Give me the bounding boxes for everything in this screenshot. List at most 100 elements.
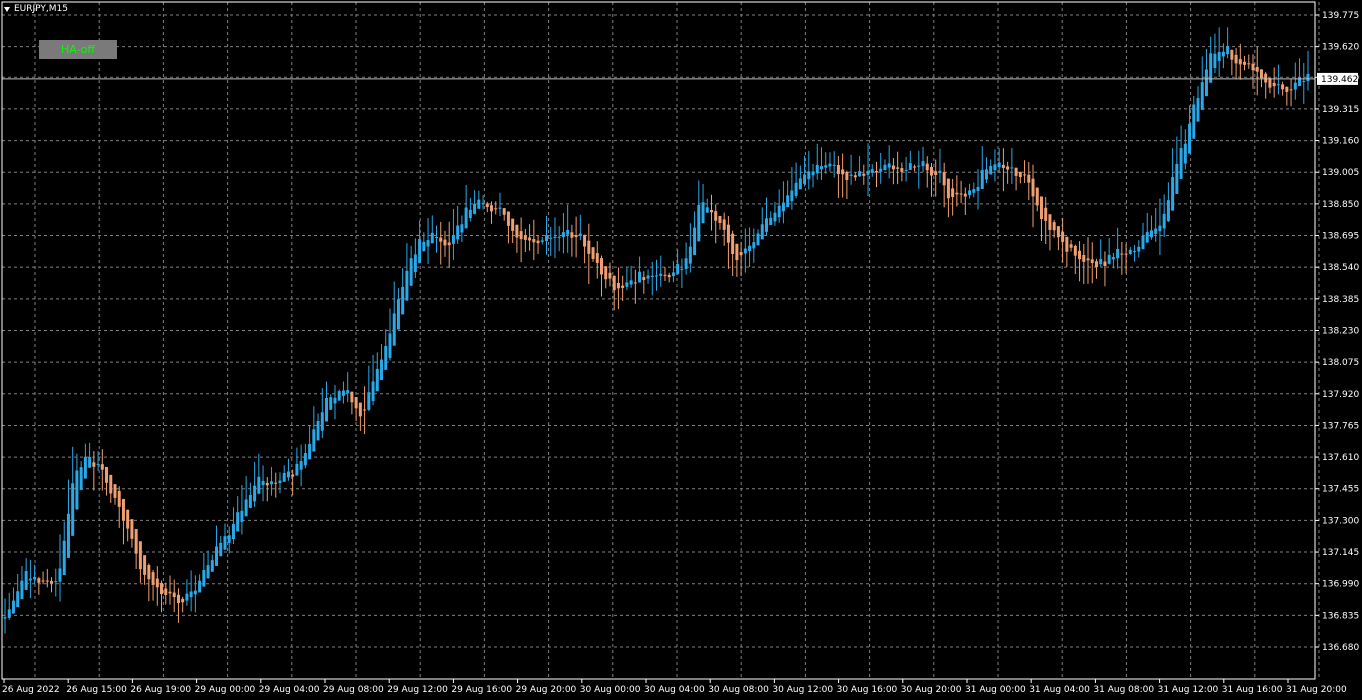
y-tick-label: 137.145: [1322, 548, 1359, 558]
candle-body: [921, 161, 925, 167]
candle-body: [253, 485, 257, 502]
candle-body: [41, 580, 45, 582]
candle-body: [523, 235, 527, 240]
candle-body: [849, 174, 853, 176]
candle-body: [1137, 246, 1141, 252]
candle-body: [646, 275, 650, 279]
candle-body: [553, 236, 557, 238]
x-tick-label: 29 Aug 16:00: [451, 685, 512, 695]
candle-body: [320, 412, 324, 431]
plot-frame: [1, 1, 1316, 680]
candle-body: [316, 421, 320, 441]
candle-body: [498, 207, 502, 209]
candle-body: [1166, 200, 1170, 222]
candle-body: [1213, 53, 1217, 69]
candle-body: [1006, 166, 1010, 170]
candle-body: [109, 474, 113, 494]
candle-body: [75, 470, 79, 510]
chevron-down-icon[interactable]: [4, 6, 10, 12]
candle-body: [845, 171, 849, 180]
candle-body: [803, 174, 807, 184]
candle-body: [756, 233, 760, 246]
candle-body: [655, 275, 658, 277]
candle-body: [1052, 222, 1056, 231]
candle-body: [638, 271, 642, 283]
candle-body: [1243, 61, 1247, 65]
candle-body: [380, 359, 384, 381]
candle-body: [1149, 230, 1153, 238]
candle-body: [984, 169, 988, 180]
candle-body: [189, 591, 193, 598]
candle-body: [231, 523, 235, 540]
chart-canvas[interactable]: 139.775139.620139.470139.315139.160139.0…: [0, 0, 1362, 700]
candle-body: [781, 202, 785, 212]
candle-body: [1086, 258, 1090, 261]
candle-body: [879, 168, 883, 172]
candle-body: [1221, 51, 1225, 57]
candle-body: [1175, 163, 1179, 194]
x-tick-label: 31 Aug 12:00: [1158, 685, 1219, 695]
candle-body: [58, 568, 62, 582]
candle-body: [66, 513, 70, 558]
candle-body: [667, 274, 671, 278]
candle-body: [1073, 246, 1077, 256]
candle-body: [642, 277, 646, 280]
candle-body: [164, 588, 168, 595]
candle-body: [126, 509, 130, 529]
candle-body: [1251, 63, 1255, 71]
candle-body: [494, 208, 498, 210]
candle-body: [62, 540, 66, 576]
candle-body: [121, 498, 125, 521]
x-tick-label: 26 Aug 2022: [2, 685, 60, 695]
candle-body: [612, 275, 616, 291]
candle-body: [591, 247, 595, 259]
candle-body: [261, 480, 265, 486]
candle-body: [676, 263, 680, 275]
candle-body: [71, 483, 75, 536]
current-price-tag: 139.462: [1317, 72, 1358, 85]
ha-toggle-button[interactable]: HA-off: [39, 40, 117, 59]
candle-body: [946, 178, 950, 199]
y-tick-label: 137.920: [1322, 390, 1359, 400]
candle-body: [291, 474, 295, 477]
candle-body: [764, 218, 768, 232]
candle-body: [752, 242, 756, 249]
candle-body: [913, 166, 917, 168]
candle-body: [718, 215, 722, 224]
candle-body: [1014, 167, 1018, 176]
candle-body: [1154, 228, 1158, 234]
y-tick-label: 137.300: [1322, 516, 1359, 526]
candle-body: [693, 227, 697, 256]
candle-body: [79, 467, 83, 491]
candle-body: [325, 398, 329, 422]
x-tick-label: 30 Aug 20:00: [901, 685, 962, 695]
candle-body: [1209, 53, 1213, 83]
candle-body: [363, 409, 367, 411]
candle-body: [88, 456, 92, 468]
symbol-label[interactable]: EURJPY,M15: [4, 4, 68, 14]
candle-body: [473, 203, 477, 214]
candle-body: [1204, 69, 1208, 97]
candle-body: [1272, 82, 1276, 87]
candle-body: [917, 165, 921, 167]
candle-body: [853, 175, 857, 178]
candle-body: [515, 224, 519, 238]
candle-body: [1306, 73, 1310, 82]
candle-body: [1111, 257, 1115, 260]
y-tick-label: 139.315: [1322, 105, 1359, 115]
candle-body: [980, 169, 984, 189]
candle-body: [168, 591, 172, 594]
candle-body: [1200, 82, 1204, 110]
candle-body: [1107, 254, 1111, 264]
candle-body: [130, 519, 134, 539]
candle-body: [388, 333, 392, 358]
candle-body: [989, 165, 993, 175]
candle-body: [1238, 59, 1242, 65]
x-tick-label: 31 Aug 16:00: [1222, 685, 1283, 695]
candle-body: [138, 541, 142, 570]
candle-body: [1162, 213, 1166, 229]
candle-body: [270, 481, 274, 485]
x-tick-label: 29 Aug 00:00: [195, 685, 256, 695]
candle-body: [1230, 50, 1234, 60]
candle-body: [519, 231, 523, 240]
